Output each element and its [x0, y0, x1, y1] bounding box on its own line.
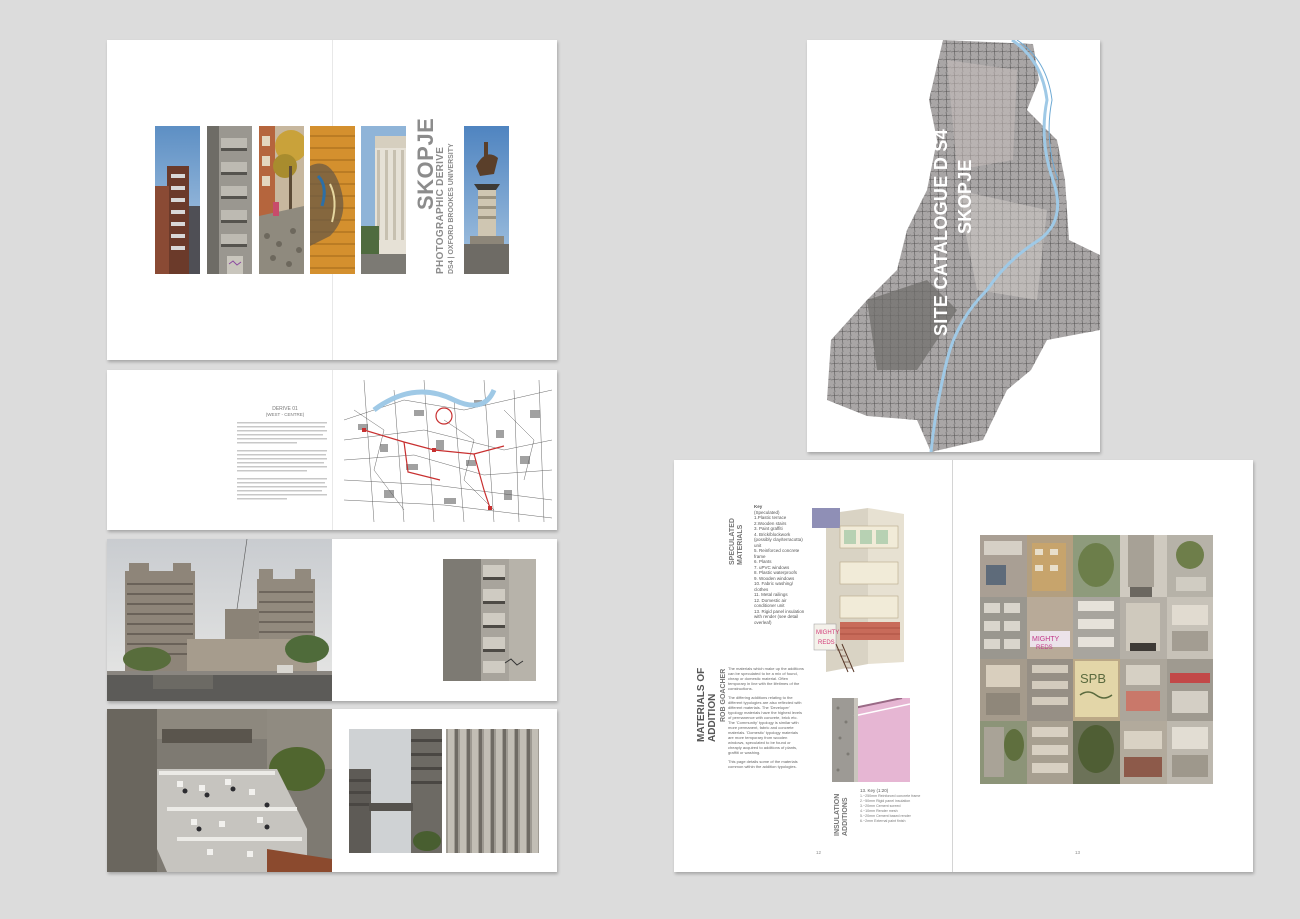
catalogue-title-line2: SKOPJE	[955, 159, 975, 234]
photo-ribbed-concrete	[446, 729, 539, 853]
speculated-label: SPECULATED MATERIALS	[729, 518, 744, 565]
derive-body-text	[237, 422, 327, 502]
illustration-graffiti: MIGHTY	[816, 630, 839, 636]
terrace-spread	[107, 709, 557, 872]
materials-author: ROB GOACHER	[720, 668, 727, 722]
materials-title: MATERIALS OF ADDITION	[696, 667, 718, 742]
materials-paragraph: This page details some of the materials …	[728, 759, 798, 769]
materials-fold	[952, 460, 953, 872]
svg-text:REDS: REDS	[818, 640, 835, 646]
catalogue-title-line1: SITE CATALOGUE D S4	[931, 128, 951, 336]
photo-strip-tower	[155, 126, 200, 274]
cover-tagline: DS4 | OXFORD BROOKES UNIVERSITY	[448, 143, 455, 274]
cover-subtitle: PHOTOGRAPHIC DERIVE	[435, 146, 446, 274]
derive-subheading: (WEST - CENTRE)	[265, 412, 305, 417]
insulation-label: INSULATION ADDITIONS	[834, 793, 849, 836]
derive-spread: DERIVE 01 (WEST - CENTRE)	[107, 370, 557, 530]
photo-strip-balconies	[207, 126, 252, 274]
photo-rooftop-terrace	[107, 709, 332, 872]
photo-strip-statue	[464, 126, 509, 274]
materials-paragraph: The materials which make up the addition…	[728, 666, 804, 691]
key-item: overleaf)	[754, 619, 772, 625]
graffiti-tag-mighty-reds: MIGHTY	[1032, 636, 1060, 643]
page-number-left: 12	[816, 850, 822, 855]
cover-spread: SKOPJE PHOTOGRAPHIC DERIVE DS4 | OXFORD …	[107, 40, 557, 360]
photo-bridge-towers	[349, 729, 442, 853]
catalogue-cover: SITE CATALOGUE D S4 SKOPJE	[807, 40, 1100, 452]
insulation-detail	[832, 698, 910, 782]
buildings-spread	[107, 539, 557, 701]
svg-text:REDS: REDS	[1036, 645, 1053, 651]
insulation-key-item: 6.~2mm External paint finish	[860, 818, 906, 823]
photo-strip-brick	[310, 126, 355, 274]
photo-residential-towers	[107, 539, 332, 701]
insulation-key: 13. Key (1:20) 1.~250mm Reinforced concr…	[860, 788, 940, 824]
materials-paragraph: The differing additions relating to the …	[728, 695, 803, 755]
photo-collage: MIGHTY REDS SPB	[980, 535, 1213, 784]
materials-body: The materials which make up the addition…	[728, 666, 804, 769]
materials-key: Key (Speculated) 1.Plastic terrace 2.Woo…	[754, 504, 812, 625]
derive-route-map	[344, 380, 552, 522]
photo-concrete-facade	[443, 559, 536, 681]
graffiti-tag-spb: SPB	[1080, 671, 1106, 686]
page-number-right: 13	[1075, 850, 1081, 855]
photo-strip-street	[259, 126, 304, 274]
building-illustration: MIGHTY REDS	[808, 504, 910, 674]
derive-fold	[332, 370, 333, 530]
materials-spread: SPECULATED MATERIALS Key (Speculated) 1.…	[674, 460, 1253, 872]
skopje-city-map	[827, 40, 1100, 452]
photo-strip-classical	[361, 126, 406, 274]
